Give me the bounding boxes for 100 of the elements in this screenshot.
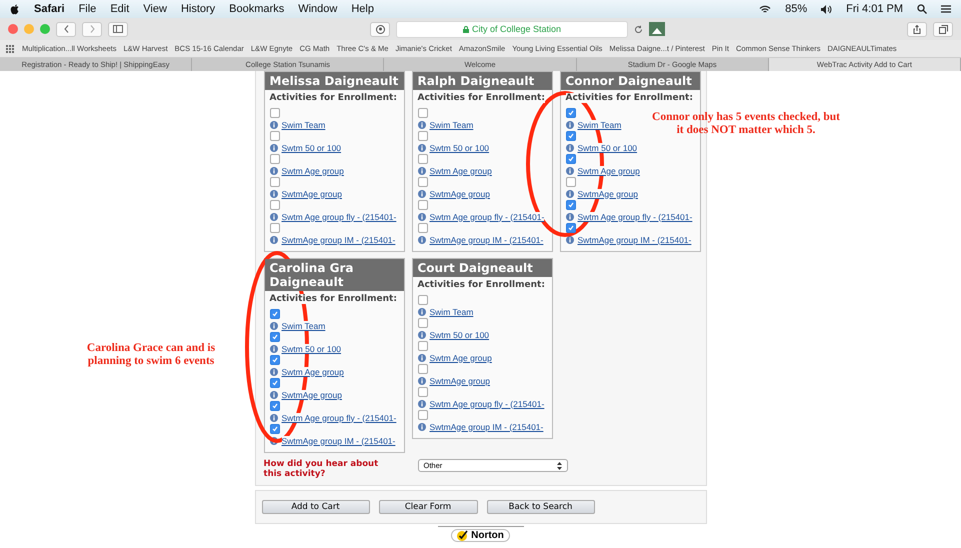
- info-icon: [566, 212, 574, 220]
- checkbox[interactable]: [566, 177, 576, 187]
- activity-link[interactable]: Swtm Age group fly - (215401-: [430, 398, 544, 408]
- app-menu[interactable]: Safari: [34, 3, 65, 15]
- back-button[interactable]: [56, 22, 76, 36]
- annotation-text: Carolina Grace can and is planning to swim 6 events: [86, 342, 216, 368]
- checkbox[interactable]: [270, 200, 280, 210]
- activity-link[interactable]: Swtm 50 or 100: [282, 344, 342, 354]
- info-icon: [418, 120, 426, 128]
- activity-link[interactable]: Swtm Age group fly - (215401-: [282, 412, 396, 422]
- checkbox[interactable]: [566, 131, 576, 141]
- checkbox[interactable]: [270, 332, 280, 342]
- activity-link[interactable]: Swtm Age group: [430, 352, 492, 362]
- speaker-icon[interactable]: [821, 4, 832, 14]
- activity-link[interactable]: Swtm Age group: [430, 166, 492, 176]
- apple-logo-icon[interactable]: [10, 4, 20, 14]
- badge-text: Norton: [471, 530, 504, 541]
- checkbox[interactable]: [270, 378, 280, 388]
- wifi-icon[interactable]: [759, 4, 772, 14]
- menu-item[interactable]: Help: [351, 3, 374, 15]
- checkbox[interactable]: [270, 355, 280, 365]
- checkbox[interactable]: [270, 401, 280, 411]
- activity-link[interactable]: SwtmAge group: [282, 188, 342, 198]
- menu-item[interactable]: View: [143, 3, 167, 15]
- info-icon: [418, 330, 426, 338]
- activity-link[interactable]: Swtm Age group: [578, 166, 640, 176]
- activity-link[interactable]: SwtmAge group: [430, 376, 490, 386]
- activity-link[interactable]: Swim Team: [282, 120, 326, 130]
- checkbox[interactable]: [418, 154, 428, 164]
- activity-link[interactable]: SwtmAge group IM - (215401-: [578, 234, 692, 244]
- person-name: Court Daigneault: [412, 259, 552, 277]
- info-icon: [566, 166, 574, 174]
- reload-icon[interactable]: [634, 24, 643, 34]
- activity-link[interactable]: Swtm Age group fly - (215401-: [282, 212, 396, 222]
- activity-link[interactable]: Swtm 50 or 100: [282, 142, 342, 152]
- share-icon: [913, 24, 921, 34]
- menu-item[interactable]: History: [180, 3, 216, 15]
- grid-icon[interactable]: [6, 44, 15, 52]
- checkbox[interactable]: [270, 154, 280, 164]
- annotation-text: Connor only has 5 events checked, but it does NOT matter which 5.: [651, 111, 841, 137]
- activity-link[interactable]: Swim Team: [282, 320, 326, 330]
- activity-link[interactable]: SwtmAge group IM - (215401-: [430, 422, 544, 432]
- checkbox[interactable]: [418, 295, 428, 305]
- extension-icon[interactable]: [649, 22, 665, 36]
- activity-link[interactable]: Swim Team: [430, 306, 474, 316]
- menu-item[interactable]: Window: [298, 3, 338, 15]
- activity-link[interactable]: Swtm 50 or 100: [430, 142, 490, 152]
- checkbox[interactable]: [270, 177, 280, 187]
- checkbox[interactable]: [418, 108, 428, 118]
- checkbox[interactable]: [418, 410, 428, 420]
- form-button[interactable]: Clear Form: [378, 500, 478, 514]
- activity-link[interactable]: SwtmAge group: [430, 188, 490, 198]
- form-button[interactable]: Add to Cart: [262, 500, 370, 514]
- menu-icon[interactable]: [941, 5, 951, 13]
- activity-link[interactable]: Swtm 50 or 100: [578, 142, 638, 152]
- checkbox[interactable]: [418, 364, 428, 374]
- sidebar-button[interactable]: [108, 22, 128, 36]
- checkbox[interactable]: [418, 341, 428, 351]
- activity-link[interactable]: Swtm Age group: [282, 366, 344, 376]
- activity-link[interactable]: SwtmAge group IM - (215401-: [282, 436, 396, 446]
- close-button[interactable]: [8, 24, 18, 34]
- activity-link[interactable]: Swim Team: [578, 120, 622, 130]
- pin-button[interactable]: [370, 22, 390, 36]
- checkbox[interactable]: [270, 223, 280, 233]
- tabs-button[interactable]: [933, 22, 953, 36]
- menu-item[interactable]: File: [78, 3, 96, 15]
- clock: Fri 4:01 PM: [846, 3, 903, 15]
- info-icon: [418, 190, 426, 198]
- checkbox[interactable]: [418, 177, 428, 187]
- info-icon: [566, 120, 574, 128]
- checkbox[interactable]: [270, 131, 280, 141]
- activity-link[interactable]: Swim Team: [430, 120, 474, 130]
- search-icon[interactable]: [917, 4, 927, 14]
- checkbox[interactable]: [418, 387, 428, 397]
- checkbox[interactable]: [566, 154, 576, 164]
- activity-link[interactable]: SwtmAge group IM - (215401-: [430, 234, 544, 244]
- checkbox[interactable]: [418, 131, 428, 141]
- person-name: Melissa Daigneault: [264, 72, 404, 90]
- activity-link[interactable]: SwtmAge group IM - (215401-: [282, 234, 396, 244]
- checkbox[interactable]: [418, 318, 428, 328]
- form-button[interactable]: Back to Search: [486, 500, 594, 514]
- checkbox[interactable]: [418, 223, 428, 233]
- menu-item[interactable]: Edit: [110, 3, 130, 15]
- info-icon: [270, 414, 278, 422]
- activity-link[interactable]: Swtm Age group: [282, 166, 344, 176]
- activity-link[interactable]: SwtmAge group: [578, 188, 638, 198]
- activity-link[interactable]: Swtm Age group fly - (215401-: [578, 212, 692, 222]
- activity-link[interactable]: SwtmAge group: [282, 390, 342, 400]
- checkbox[interactable]: [566, 108, 576, 118]
- checkbox[interactable]: [270, 424, 280, 434]
- checkbox[interactable]: [566, 200, 576, 210]
- checkbox[interactable]: [566, 223, 576, 233]
- share-button[interactable]: [907, 22, 927, 36]
- checkbox[interactable]: [418, 200, 428, 210]
- activity-link[interactable]: Swtm 50 or 100: [430, 330, 490, 340]
- checkbox[interactable]: [270, 108, 280, 118]
- checkbox[interactable]: [270, 309, 280, 319]
- activity-link[interactable]: Swtm Age group fly - (215401-: [430, 212, 544, 222]
- menu-item[interactable]: Bookmarks: [229, 3, 284, 15]
- info-icon: [270, 368, 278, 376]
